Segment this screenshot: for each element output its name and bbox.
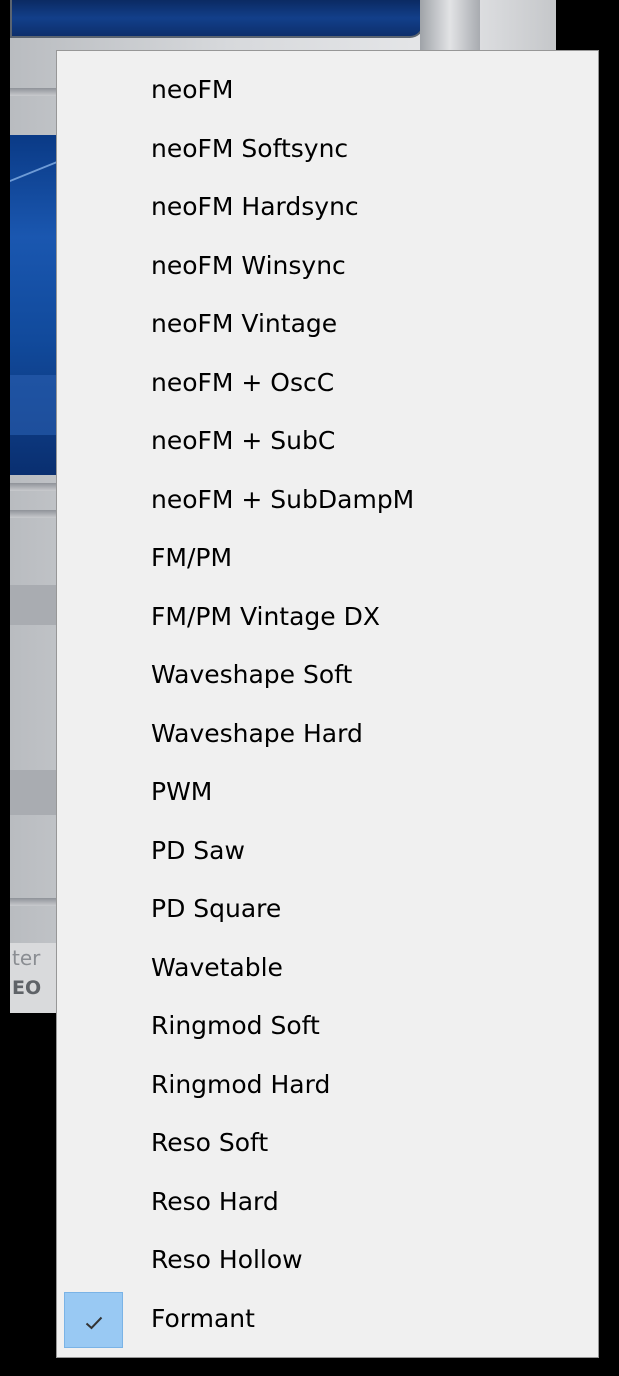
panel-label-line2: EO	[12, 977, 42, 999]
menu-item-label: Ringmod Soft	[151, 1011, 320, 1040]
panel-control-strip	[10, 770, 60, 815]
menu-item-label: Formant	[151, 1303, 255, 1333]
panel-label-line1: ter	[12, 946, 41, 970]
menu-item-label: neoFM Vintage	[151, 309, 338, 338]
checkmark-icon	[64, 1291, 123, 1348]
panel-divider	[10, 510, 60, 518]
plugin-header-bezel	[420, 0, 480, 55]
panel-label: ter EO	[10, 943, 62, 1013]
menu-item-label: neoFM	[151, 75, 234, 104]
menu-item-label: FM/PM	[151, 543, 233, 572]
menu-item[interactable]: neoFM + SubDampM	[57, 471, 598, 530]
menu-item-label: Waveshape Soft	[151, 660, 353, 689]
menu-item[interactable]: PD Square	[57, 880, 598, 939]
menu-item[interactable]: Formant	[57, 1290, 598, 1349]
oscillator-display-lower	[10, 375, 60, 435]
menu-item[interactable]: neoFM + SubC	[57, 412, 598, 471]
menu-item[interactable]: Ringmod Soft	[57, 997, 598, 1056]
menu-item-label: Wavetable	[151, 952, 283, 982]
menu-item[interactable]: Waveshape Soft	[57, 646, 598, 705]
panel-divider	[10, 88, 60, 96]
panel-divider	[10, 898, 60, 906]
menu-item-label: neoFM Softsync	[151, 133, 349, 163]
menu-item[interactable]: Waveshape Hard	[57, 705, 598, 764]
menu-item-label: PWM	[151, 777, 213, 806]
menu-item[interactable]: PD Saw	[57, 822, 598, 881]
menu-item-label: neoFM Winsync	[151, 250, 346, 280]
menu-item-label: neoFM Hardsync	[151, 192, 359, 221]
menu-item-label: Reso Hard	[151, 1186, 279, 1216]
menu-item[interactable]: neoFM Softsync	[57, 120, 598, 179]
oscillator-mode-menu: neoFM neoFM Softsync neoFM Hardsync neoFM W…	[56, 50, 599, 1358]
menu-item[interactable]: Ringmod Hard	[57, 1056, 598, 1115]
menu-item-label: FM/PM Vintage DX	[151, 601, 381, 631]
plugin-header-display	[10, 0, 424, 38]
menu-item[interactable]: FM/PM	[57, 529, 598, 588]
menu-item-label: neoFM + OscC	[151, 367, 335, 397]
menu-item-list: neoFM neoFM Softsync neoFM Hardsync neoFM W…	[57, 61, 598, 1348]
menu-item[interactable]: FM/PM Vintage DX	[57, 588, 598, 647]
menu-item[interactable]: neoFM	[57, 61, 598, 120]
panel-divider	[10, 483, 60, 491]
menu-item[interactable]: Reso Soft	[57, 1114, 598, 1173]
panel-control-strip	[10, 585, 60, 625]
menu-item[interactable]: neoFM + OscC	[57, 354, 598, 413]
menu-item[interactable]: neoFM Vintage	[57, 295, 598, 354]
menu-item-label: Reso Hollow	[151, 1245, 303, 1274]
screen: ter EO neoFM neoFM Softsync neoFM Hardsync…	[0, 0, 619, 1376]
menu-item-label: Reso Soft	[151, 1128, 269, 1157]
menu-item[interactable]: Reso Hard	[57, 1173, 598, 1232]
menu-item-label: neoFM + SubC	[151, 426, 336, 455]
menu-item-label: Ringmod Hard	[151, 1069, 331, 1099]
menu-item[interactable]: Reso Hollow	[57, 1231, 598, 1290]
menu-item-label: Waveshape Hard	[151, 718, 363, 748]
menu-item-label: neoFM + SubDampM	[151, 484, 415, 514]
menu-item-label: PD Saw	[151, 835, 245, 865]
menu-item-label: PD Square	[151, 894, 282, 923]
menu-item[interactable]: neoFM Hardsync	[57, 178, 598, 237]
menu-item[interactable]: PWM	[57, 763, 598, 822]
menu-item[interactable]: Wavetable	[57, 939, 598, 998]
menu-item[interactable]: neoFM Winsync	[57, 237, 598, 296]
